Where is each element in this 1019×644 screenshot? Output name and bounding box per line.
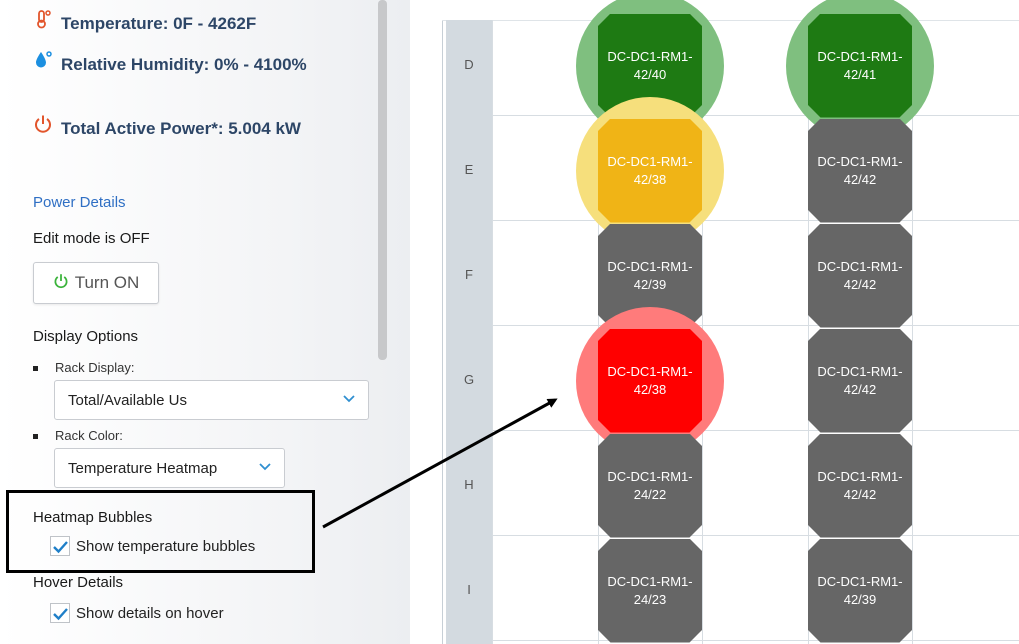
grid-line <box>492 220 1019 221</box>
row-label: I <box>467 581 471 597</box>
show-temperature-bubbles-checkbox[interactable]: Show temperature bubbles <box>50 536 255 556</box>
rack-tile[interactable]: DC-DC1-RM1- 42/38 <box>598 118 702 223</box>
rack-usage: 24/22 <box>633 486 667 502</box>
grid-line <box>492 640 1019 641</box>
grid-line <box>492 325 1019 326</box>
rack-tile[interactable]: DC-DC1-RM1- 42/38 <box>598 328 702 433</box>
rack-name: DC-DC1-RM1- <box>817 258 903 274</box>
rack-name: DC-DC1-RM1- <box>817 153 903 169</box>
rack-display-label: Rack Display: <box>55 360 135 375</box>
floor-grid-view: D DC-DC1-RM1- 42/40 DC-DC1-RM1- 42/41 E DC-DC1… <box>416 0 1019 644</box>
row-label: G <box>463 371 475 387</box>
rack-tile[interactable]: DC-DC1-RM1- 42/42 <box>808 433 912 538</box>
temperature-label: Temperature: 0F - 4262F <box>61 14 257 33</box>
power-icon <box>33 114 61 139</box>
power-metric: Total Active Power*: 5.004 kW <box>33 114 353 139</box>
highlight-box <box>6 490 315 573</box>
grid-line <box>492 430 1019 431</box>
rack-name: DC-DC1-RM1- <box>817 573 903 589</box>
row-label-column <box>446 20 492 644</box>
hover-details-title: Hover Details <box>33 574 124 591</box>
rack-name: DC-DC1-RM1- <box>607 48 693 64</box>
rack-name: DC-DC1-RM1- <box>817 468 903 484</box>
rack-tile[interactable]: DC-DC1-RM1- 42/42 <box>808 223 912 328</box>
rack-name: DC-DC1-RM1- <box>607 258 693 274</box>
turn-on-button[interactable]: Turn ON <box>33 262 159 304</box>
rack-usage: 42/42 <box>843 486 877 502</box>
rack-tile[interactable]: DC-DC1-RM1- 42/42 <box>808 328 912 433</box>
power-label: Total Active Power*: 5.004 kW <box>61 119 301 138</box>
row-label: F <box>465 266 473 282</box>
chevron-down-icon <box>259 463 271 471</box>
rack-color-value: Temperature Heatmap <box>68 459 218 477</box>
thermometer-icon <box>33 9 61 34</box>
rack-name: DC-DC1-RM1- <box>607 363 693 379</box>
checkmark-icon <box>53 541 68 554</box>
humidity-label: Relative Humidity: 0% - 4100% <box>61 55 307 74</box>
rack-display-select[interactable]: Total/Available Us <box>54 380 369 420</box>
rack-usage: 42/39 <box>633 276 667 292</box>
rack-tile[interactable]: DC-DC1-RM1- 42/42 <box>808 118 912 223</box>
power-details-link[interactable]: Power Details <box>33 194 126 211</box>
rack-usage: 42/42 <box>843 381 877 397</box>
rack-display-value: Total/Available Us <box>68 391 187 409</box>
water-drop-icon <box>33 50 61 75</box>
scrollbar[interactable] <box>378 0 387 360</box>
rack-tile[interactable]: DC-DC1-RM1- 24/22 <box>598 433 702 538</box>
rack-usage: 42/38 <box>633 381 667 397</box>
checkbox[interactable] <box>50 536 70 556</box>
rack-name: DC-DC1-RM1- <box>817 48 903 64</box>
checkbox[interactable] <box>50 603 70 623</box>
grid-line <box>492 115 1019 116</box>
show-temperature-bubbles-label: Show temperature bubbles <box>76 537 256 555</box>
edit-mode-status: Edit mode is OFF <box>33 230 150 247</box>
grid-line <box>492 20 493 644</box>
rack-usage: 42/38 <box>633 171 667 187</box>
rack-tile[interactable]: DC-DC1-RM1- 24/23 <box>598 538 702 643</box>
grid-line <box>492 535 1019 536</box>
show-details-on-hover-checkbox[interactable]: Show details on hover <box>50 603 224 623</box>
rack-name: DC-DC1-RM1- <box>607 468 693 484</box>
display-options-title: Display Options <box>33 328 139 345</box>
row-label: H <box>464 476 474 492</box>
bullet <box>33 434 38 439</box>
temperature-metric: Temperature: 0F - 4262F <box>33 9 256 34</box>
chevron-down-icon <box>343 395 355 403</box>
rack-usage: 42/42 <box>843 276 877 292</box>
rack-usage: 24/23 <box>633 591 667 607</box>
humidity-metric: Relative Humidity: 0% - 4100% <box>33 50 353 75</box>
turn-on-label: Turn ON <box>74 273 140 292</box>
rack-name: DC-DC1-RM1- <box>607 153 693 169</box>
bullet <box>33 366 38 371</box>
rack-tile[interactable]: DC-DC1-RM1- 42/39 <box>808 538 912 643</box>
rack-tile[interactable]: DC-DC1-RM1- 42/41 <box>808 13 912 118</box>
rack-name: DC-DC1-RM1- <box>817 363 903 379</box>
settings-panel: Temperature: 0F - 4262F Relative Humidit… <box>0 0 410 644</box>
show-details-on-hover-label: Show details on hover <box>76 604 224 622</box>
checkmark-icon <box>53 608 68 621</box>
grid-frame <box>442 0 1019 644</box>
rack-usage: 42/40 <box>633 66 667 82</box>
rack-usage: 42/39 <box>843 591 877 607</box>
rack-color-select[interactable]: Temperature Heatmap <box>54 448 285 488</box>
rack-usage: 42/42 <box>843 171 877 187</box>
rack-color-label: Rack Color: <box>55 428 123 443</box>
power-icon <box>53 273 69 294</box>
grid-top-bar <box>442 0 1019 21</box>
row-label: D <box>464 56 474 72</box>
row-label: E <box>464 161 474 177</box>
rack-usage: 42/41 <box>843 66 877 82</box>
heatmap-bubbles-title: Heatmap Bubbles <box>33 509 153 526</box>
rack-name: DC-DC1-RM1- <box>607 573 693 589</box>
